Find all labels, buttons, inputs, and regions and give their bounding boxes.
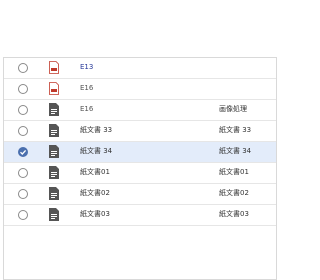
list-row-2[interactable]: E16 画像処理 — [4, 100, 276, 121]
radio-button[interactable] — [18, 126, 28, 136]
file-extra: 紙文書01 — [219, 168, 249, 176]
file-list: E13 E16 E16 画像処理 紙文書 33 紙文書 33 紙文書 34 紙文… — [3, 57, 277, 280]
pdf-file-icon — [49, 82, 59, 95]
file-extra: 紙文書 33 — [219, 126, 252, 134]
file-name[interactable]: 紙文書 33 — [80, 126, 112, 135]
file-extra: 紙文書 34 — [219, 147, 252, 155]
list-row-6[interactable]: 紙文書02 紙文書02 — [4, 184, 276, 205]
radio-button[interactable] — [18, 168, 28, 178]
radio-button-checked[interactable] — [18, 147, 28, 157]
file-name[interactable]: 紙文書02 — [80, 189, 110, 198]
file-name[interactable]: E16 — [80, 105, 93, 114]
list-row-1[interactable]: E16 — [4, 79, 276, 100]
radio-button[interactable] — [18, 210, 28, 220]
document-file-icon — [49, 166, 59, 179]
pdf-file-icon — [49, 61, 59, 74]
radio-button[interactable] — [18, 189, 28, 199]
file-extra: 紙文書03 — [219, 210, 249, 218]
document-file-icon — [49, 103, 59, 116]
list-row-5[interactable]: 紙文書01 紙文書01 — [4, 163, 276, 184]
file-name[interactable]: 紙文書01 — [80, 168, 110, 177]
checkmark-icon — [20, 149, 27, 155]
radio-button[interactable] — [18, 84, 28, 94]
file-extra: 紙文書02 — [219, 189, 249, 197]
document-file-icon — [49, 208, 59, 221]
file-extra: 画像処理 — [219, 105, 247, 113]
file-name[interactable]: 紙文書 34 — [80, 147, 112, 156]
list-row-7[interactable]: 紙文書03 紙文書03 — [4, 205, 276, 226]
document-file-icon — [49, 187, 59, 200]
document-file-icon — [49, 145, 59, 158]
radio-button[interactable] — [18, 63, 28, 73]
list-row-4-selected[interactable]: 紙文書 34 紙文書 34 — [4, 142, 276, 163]
list-row-0[interactable]: E13 — [4, 58, 276, 79]
document-file-icon — [49, 124, 59, 137]
file-name[interactable]: 紙文書03 — [80, 210, 110, 219]
radio-button[interactable] — [18, 105, 28, 115]
file-name[interactable]: E16 — [80, 84, 93, 93]
file-name[interactable]: E13 — [80, 63, 93, 72]
list-row-3[interactable]: 紙文書 33 紙文書 33 — [4, 121, 276, 142]
